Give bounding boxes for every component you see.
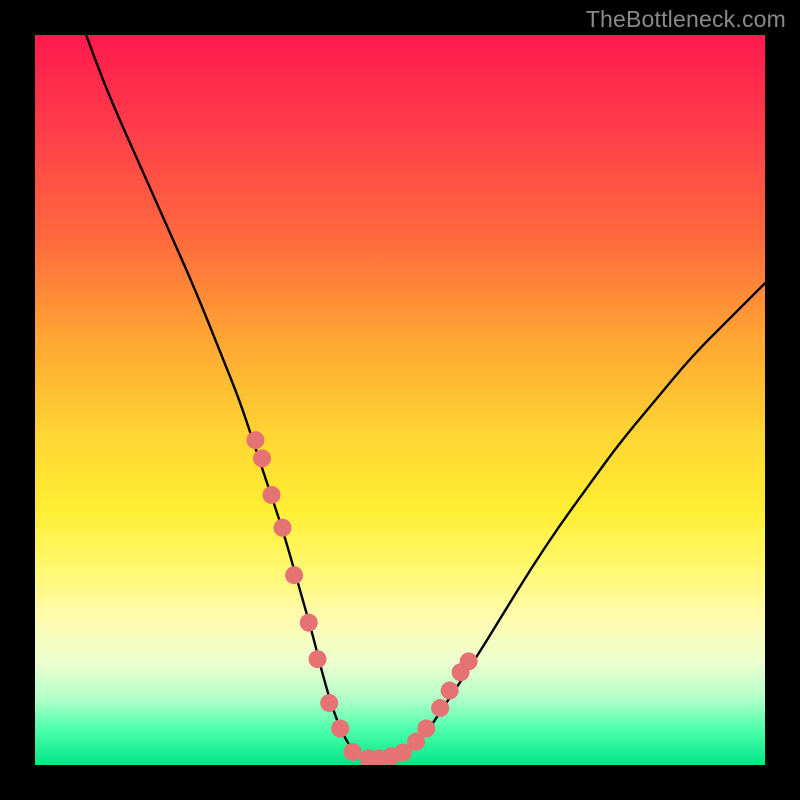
watermark-text: TheBottleneck.com (586, 6, 786, 33)
plot-gradient-background (35, 35, 765, 765)
outer-frame: TheBottleneck.com (0, 0, 800, 800)
